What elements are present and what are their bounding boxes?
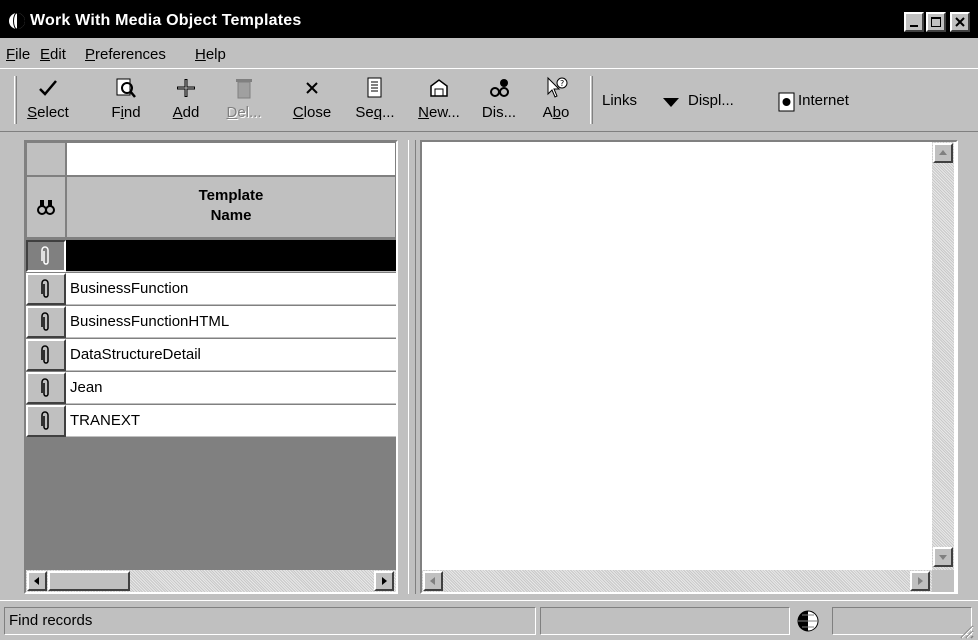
table-row[interactable]: BusinessFunctionHTML <box>66 306 396 338</box>
close-window-button[interactable] <box>950 12 970 32</box>
minimize-button[interactable] <box>904 12 924 32</box>
menu-file[interactable]: File <box>6 46 30 63</box>
select-button[interactable]: Select <box>18 76 78 128</box>
scroll-left-button[interactable] <box>423 571 443 591</box>
table-row[interactable]: TRANEXT <box>66 405 396 437</box>
display-icon <box>490 79 509 97</box>
paperclip-icon <box>41 411 49 430</box>
table-row[interactable]: Jean <box>66 372 396 404</box>
sequence-icon <box>367 77 382 98</box>
row-selector[interactable] <box>26 372 66 404</box>
network-status <box>796 609 824 633</box>
paperclip-icon <box>41 246 49 265</box>
title-bar: Work With Media Object Templates <box>0 0 978 38</box>
minimize-icon <box>910 25 918 27</box>
preview-horizontal-scrollbar[interactable] <box>422 570 932 592</box>
row-selector[interactable] <box>26 405 66 437</box>
globe-icon <box>9 12 25 30</box>
scroll-thumb[interactable] <box>48 571 130 591</box>
display-menu[interactable]: Displ... <box>688 92 734 109</box>
internet-link[interactable]: Internet <box>798 92 849 109</box>
binoculars-icon <box>37 200 55 215</box>
pane-splitter[interactable] <box>408 140 416 594</box>
paperclip-icon <box>41 345 49 364</box>
status-text: Find records <box>9 612 93 629</box>
arrow-down-icon <box>939 555 947 560</box>
dropdown-arrow-icon <box>663 98 679 107</box>
status-panel <box>540 607 790 635</box>
media-object-preview-pane <box>420 140 958 594</box>
scroll-down-button[interactable] <box>933 547 953 567</box>
row-selector[interactable] <box>26 339 66 371</box>
arrow-right-icon <box>918 577 923 585</box>
network-globe-icon <box>797 610 819 632</box>
scroll-corner <box>932 570 954 592</box>
menu-preferences[interactable]: Preferences <box>85 46 166 63</box>
table-row[interactable]: DataStructureDetail <box>66 339 396 371</box>
checkmark-icon <box>39 80 57 96</box>
close-button[interactable]: Close <box>282 76 342 128</box>
arrow-left-icon <box>430 577 435 585</box>
paperclip-icon <box>41 279 49 298</box>
find-icon <box>116 78 136 98</box>
arrow-up-icon <box>939 150 947 155</box>
template-name-column-header[interactable]: Template Name <box>66 176 396 238</box>
internet-icon <box>778 92 795 112</box>
qbe-filter-input[interactable] <box>66 142 396 176</box>
add-button[interactable]: Add <box>164 76 208 128</box>
links-menu[interactable]: Links <box>602 92 637 109</box>
row-selector[interactable] <box>26 273 66 305</box>
status-text-panel: Find records <box>4 607 536 635</box>
paperclip-icon <box>41 378 49 397</box>
menu-bar: File Edit Preferences Help <box>0 38 978 68</box>
menu-help[interactable]: Help <box>195 46 226 63</box>
add-icon <box>177 79 195 97</box>
table-row-selected[interactable] <box>66 240 396 272</box>
about-button[interactable]: ? Abo <box>532 76 580 128</box>
trash-icon <box>236 79 252 99</box>
find-button[interactable]: Find <box>102 76 150 128</box>
paperclip-icon <box>41 312 49 331</box>
new-button[interactable]: New... <box>412 76 466 128</box>
new-icon <box>430 79 448 97</box>
display-button[interactable]: Dis... <box>474 76 524 128</box>
maximize-icon <box>931 17 941 27</box>
close-icon <box>955 17 965 27</box>
scroll-right-button[interactable] <box>910 571 930 591</box>
find-column-header[interactable] <box>26 176 66 238</box>
toolbar-grip <box>590 76 593 124</box>
qbe-corner <box>26 142 66 176</box>
sequence-button[interactable]: Seq... <box>346 76 404 128</box>
menu-edit[interactable]: Edit <box>40 46 66 63</box>
maximize-button[interactable] <box>926 12 946 32</box>
row-selector[interactable] <box>26 240 66 272</box>
scroll-right-button[interactable] <box>374 571 394 591</box>
window-title: Work With Media Object Templates <box>30 12 302 29</box>
delete-button[interactable]: Del... <box>222 76 266 128</box>
status-panel <box>832 607 972 635</box>
arrow-left-icon <box>34 577 39 585</box>
preview-vertical-scrollbar[interactable] <box>932 142 954 570</box>
svg-text:?: ? <box>560 79 564 88</box>
x-icon <box>306 82 318 94</box>
about-icon: ? <box>547 76 568 98</box>
status-bar: Find records <box>0 600 978 640</box>
toolbar-grip <box>14 76 17 124</box>
row-selector[interactable] <box>26 306 66 338</box>
scroll-left-button[interactable] <box>27 571 47 591</box>
size-grip-icon[interactable] <box>958 623 974 639</box>
table-row[interactable]: BusinessFunction <box>66 273 396 305</box>
scroll-up-button[interactable] <box>933 143 953 163</box>
arrow-right-icon <box>382 577 387 585</box>
